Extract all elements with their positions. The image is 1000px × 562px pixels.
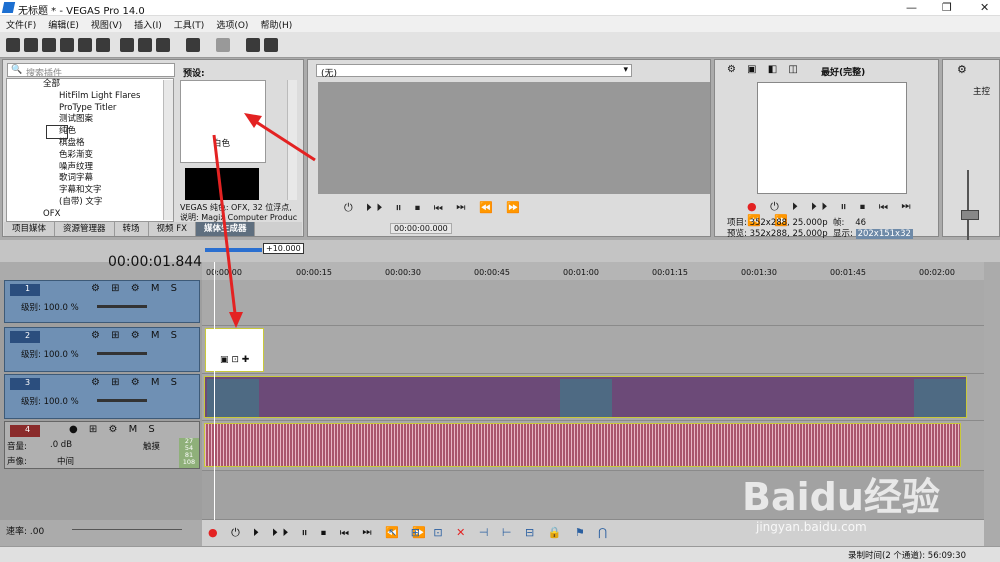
status-bar: 录制时间(2 个通道): 56:09:30 [0,546,1000,562]
watermark-url: jingyan.baidu.com [756,520,867,534]
edit-tools: ↖ ⊞ ⊡ ✕ ⊣ ⊢ ⊟ 🔒 ⚑ ⋂ [388,526,613,539]
status-text: 录制时间(2 个通道): 56:09:30 [848,551,966,561]
watermark-logo: Baidu经验 [742,475,940,519]
